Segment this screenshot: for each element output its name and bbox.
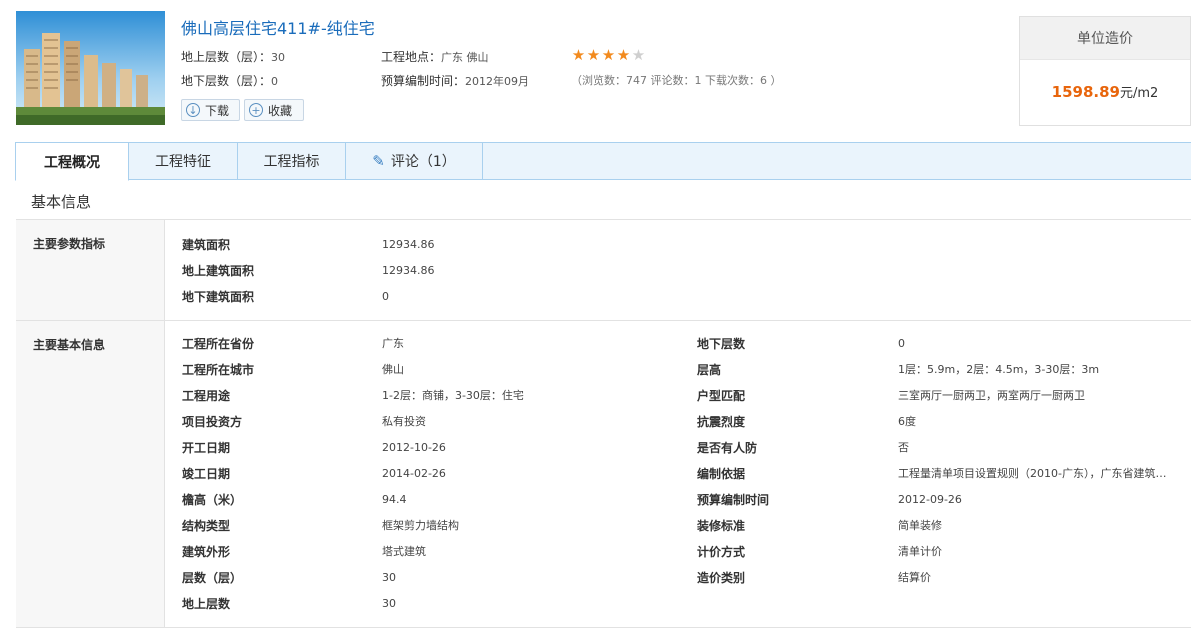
info-value: 简单装修 — [898, 519, 942, 532]
download-button[interactable]: ↓ 下载 — [181, 99, 240, 121]
info-value: 三室两厅一厨两卫，两室两厅一厨两卫 — [898, 389, 1085, 402]
info-key: 编制依据 — [697, 467, 746, 481]
unit-price-heading: 单位造价 — [1020, 17, 1190, 60]
below-floors-value: 0 — [271, 75, 279, 88]
plus-icon: + — [249, 103, 263, 117]
view-stats: （浏览数：747 评论数：1 下载次数：6 ） — [571, 74, 782, 87]
favorite-button[interactable]: + 收藏 — [244, 99, 304, 121]
info-value: 94.4 — [382, 493, 407, 506]
rating-stars: ★ ★ ★ ★ ★ — [571, 46, 646, 64]
info-row: 建筑面积 — [182, 232, 230, 258]
project-location: 工程地点：广东 佛山 — [381, 48, 489, 65]
section-title: 基本信息 — [31, 193, 92, 211]
location-label: 工程地点： — [381, 50, 442, 64]
info-value: 否 — [898, 441, 909, 454]
tab-features[interactable]: 工程特征 — [129, 142, 238, 180]
info-key: 项目投资方 — [182, 415, 243, 429]
tab-label: 工程指标 — [263, 154, 320, 170]
info-value: 30 — [382, 597, 396, 610]
tab-label: 工程特征 — [155, 154, 211, 170]
info-key: 户型匹配 — [697, 389, 746, 403]
info-key: 是否有人防 — [697, 441, 758, 455]
info-value: 12934.86 — [382, 264, 435, 277]
info-key: 工程用途 — [182, 389, 231, 403]
info-value: 结算价 — [898, 571, 931, 584]
info-value: 2014-02-26 — [382, 467, 446, 480]
unit-price-box: 单位造价 1598.89元/m2 — [1019, 16, 1191, 126]
star-empty-icon: ★ — [631, 46, 646, 64]
info-key: 层高 — [697, 363, 722, 377]
info-row: 地下建筑面积 — [182, 284, 254, 310]
basic-info-group: 主要基本信息 工程所在省份 广东工程所在城市 佛山工程用途 1-2层：商铺，3-30层… — [16, 320, 1191, 627]
download-icon: ↓ — [186, 103, 200, 117]
info-key: 造价类别 — [697, 571, 746, 585]
tab-overview[interactable]: 工程概况 — [15, 142, 129, 181]
project-title[interactable]: 佛山高层住宅411#-纯住宅 — [181, 15, 375, 39]
info-value: 广东 — [382, 337, 404, 350]
info-value: 30 — [382, 571, 396, 584]
info-key: 抗震烈度 — [697, 415, 746, 429]
download-label: 下载 — [205, 103, 230, 118]
info-value: 佛山 — [382, 363, 404, 376]
star-icon: ★ — [601, 46, 616, 64]
info-value: 2012-09-26 — [898, 493, 962, 506]
info-key: 地上层数 — [182, 597, 231, 611]
info-key: 装修标准 — [697, 519, 746, 533]
info-value: 工程量清单项目设置规则（2010-广东），广东省建筑… — [898, 467, 1167, 480]
budget-time: 预算编制时间：2012年09月 — [381, 72, 529, 89]
info-key: 结构类型 — [182, 519, 231, 533]
favorite-label: 收藏 — [268, 103, 293, 118]
unit-price: 1598.89元/m2 — [1020, 82, 1190, 101]
info-value: 2012-10-26 — [382, 441, 446, 454]
info-key: 地下层数 — [697, 337, 746, 351]
info-key: 檐高（米） — [182, 493, 243, 507]
tab-indicators[interactable]: 工程指标 — [238, 142, 346, 180]
above-floors-label: 地上层数（层）： — [181, 50, 272, 64]
info-value: 框架剪力墙结构 — [382, 519, 459, 532]
star-icon: ★ — [616, 46, 631, 64]
info-key: 地上建筑面积 — [182, 264, 255, 278]
info-key: 计价方式 — [697, 545, 746, 559]
info-value: 清单计价 — [898, 545, 942, 558]
info-value: 私有投资 — [382, 415, 426, 428]
info-key: 开工日期 — [182, 441, 231, 455]
star-icon: ★ — [571, 46, 586, 64]
info-value: 6度 — [898, 415, 916, 428]
info-key: 竣工日期 — [182, 467, 231, 481]
info-key: 建筑面积 — [182, 238, 231, 252]
unit-price-value: 1598.89 — [1051, 83, 1120, 101]
info-value: 12934.86 — [382, 238, 435, 251]
info-value: 塔式建筑 — [382, 545, 426, 558]
info-key: 地下建筑面积 — [182, 290, 255, 304]
info-key: 层数（层） — [182, 571, 243, 585]
info-row: 地上建筑面积 — [182, 258, 254, 284]
location-value: 广东 佛山 — [441, 51, 489, 64]
group-label: 主要基本信息 — [16, 321, 165, 627]
above-floors-value: 30 — [271, 51, 286, 64]
param-group: 主要参数指标 建筑面积 12934.86 地上建筑面积 12934.86 地下建… — [16, 219, 1191, 320]
table-bottom-border — [16, 627, 1191, 628]
above-floors: 地上层数（层）：30 — [181, 48, 285, 65]
unit-price-unit: 元/m2 — [1120, 86, 1159, 101]
tab-label: 工程概况 — [44, 154, 100, 171]
info-key: 预算编制时间 — [697, 493, 770, 507]
group-label: 主要参数指标 — [16, 220, 165, 320]
pencil-icon: ✎ — [372, 152, 385, 170]
info-value: 1层：5.9m，2层：4.5m，3-30层：3m — [898, 363, 1100, 376]
info-value: 0 — [382, 290, 389, 303]
info-key: 工程所在省份 — [182, 337, 255, 351]
budget-time-value: 2012年09月 — [465, 75, 530, 88]
tab-bar: 工程概况 工程特征 工程指标 ✎ 评论（1） — [15, 142, 1191, 181]
below-floors: 地下层数（层）：0 — [181, 72, 278, 89]
project-thumbnail[interactable] — [16, 11, 165, 125]
budget-time-label: 预算编制时间： — [381, 74, 466, 88]
below-floors-label: 地下层数（层）： — [181, 74, 272, 88]
info-value: 1-2层：商铺，3-30层：住宅 — [382, 389, 524, 402]
info-value: 0 — [898, 337, 905, 350]
info-key: 工程所在城市 — [182, 363, 255, 377]
star-icon: ★ — [586, 46, 601, 64]
info-key: 建筑外形 — [182, 545, 231, 559]
tab-label: 评论（1） — [390, 154, 456, 170]
tab-comments[interactable]: ✎ 评论（1） — [346, 142, 483, 180]
